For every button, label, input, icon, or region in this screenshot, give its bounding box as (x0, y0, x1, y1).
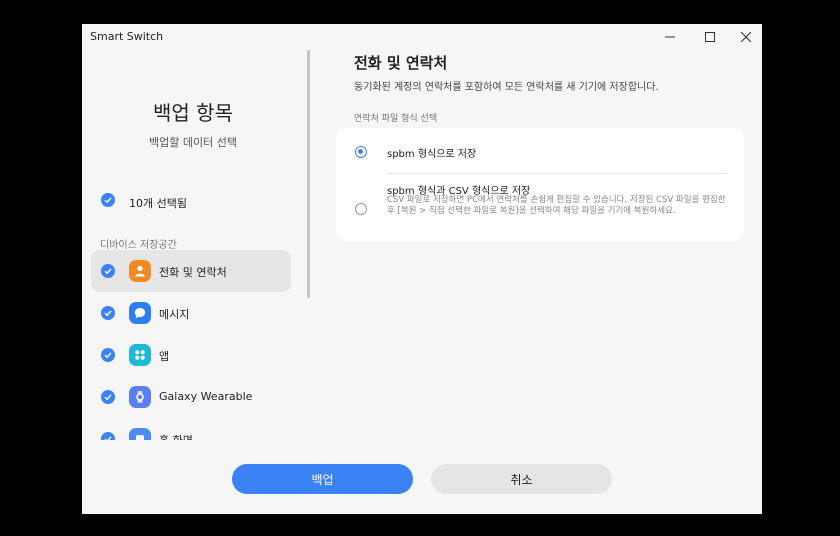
item-checkbox[interactable] (101, 306, 115, 320)
contacts-icon (129, 260, 151, 282)
close-icon (741, 32, 751, 42)
sidebar-item-apps[interactable]: 앱 (91, 334, 291, 376)
sidebar-subtitle: 백업할 데이터 선택 (149, 136, 237, 149)
minimize-icon (665, 36, 675, 38)
detail-description: 동기화된 계정의 연락처를 포함하여 모든 연락처를 새 기기에 저장합니다. (354, 82, 659, 93)
checkmark-icon (104, 310, 112, 317)
close-button[interactable] (731, 27, 761, 47)
option-spbm-csv-description: CSV 파일로 저장하면 PC에서 연락처를 손쉽게 편집할 수 있습니다. 저… (387, 195, 726, 216)
item-checkbox[interactable] (101, 432, 115, 440)
sidebar-scrollbar[interactable] (307, 50, 310, 298)
checkmark-icon (104, 268, 112, 275)
item-checkbox[interactable] (101, 264, 115, 278)
message-icon (129, 302, 151, 324)
format-label: 연락처 파일 형식 선택 (354, 114, 438, 124)
option-spbm-radio[interactable] (355, 146, 367, 158)
maximize-icon (705, 32, 715, 42)
select-all-checkbox[interactable] (101, 193, 115, 207)
cancel-button[interactable]: 취소 (431, 464, 612, 494)
sidebar-item-label: 홈 화면 (159, 432, 193, 440)
home-screen-icon (129, 428, 151, 440)
detail-title: 전화 및 연락처 (354, 54, 448, 72)
checkmark-icon (104, 197, 112, 204)
sidebar-item-label: 앱 (159, 350, 170, 363)
watch-icon (129, 386, 151, 408)
sidebar-item-messages[interactable]: 메시지 (91, 292, 291, 334)
item-checkbox[interactable] (101, 390, 115, 404)
sidebar-item-galaxy-wearable[interactable]: Galaxy Wearable (91, 376, 291, 418)
sidebar-title: 백업 항목 (153, 101, 233, 125)
sidebar: 백업 항목 백업할 데이터 선택 10개 선택됨 디바이스 저장공간 전화 및 … (82, 50, 304, 464)
option-spbm-label[interactable]: spbm 형식으로 저장 (387, 145, 476, 160)
checkmark-icon (104, 352, 112, 359)
smart-switch-window: Smart Switch 백업 항목 백업할 데이터 선택 10개 선택됨 디바… (82, 24, 762, 514)
sidebar-item-label: Galaxy Wearable (159, 390, 253, 403)
sidebar-item-contacts[interactable]: 전화 및 연락처 (91, 250, 291, 292)
section-label: 디바이스 저장공간 (100, 240, 177, 251)
checkmark-icon (104, 394, 112, 401)
backup-button[interactable]: 백업 (232, 464, 413, 494)
sidebar-item-label: 메시지 (159, 308, 190, 321)
sidebar-item-label: 전화 및 연락처 (159, 266, 227, 279)
option-spbm-csv-radio[interactable] (355, 203, 367, 215)
maximize-button[interactable] (695, 27, 725, 47)
title-bar: Smart Switch (82, 24, 762, 50)
apps-icon (129, 344, 151, 366)
sidebar-item-home-screen[interactable]: 홈 화면 (91, 418, 291, 440)
checkmark-icon (104, 436, 112, 440)
format-options-card: spbm 형식으로 저장 spbm 형식과 CSV 형식으로 저장 CSV 파일… (336, 128, 744, 241)
selected-count: 10개 선택됨 (129, 197, 187, 210)
option-divider (387, 173, 727, 174)
app-title: Smart Switch (90, 30, 164, 43)
item-checkbox[interactable] (101, 348, 115, 362)
minimize-button[interactable] (655, 27, 685, 47)
